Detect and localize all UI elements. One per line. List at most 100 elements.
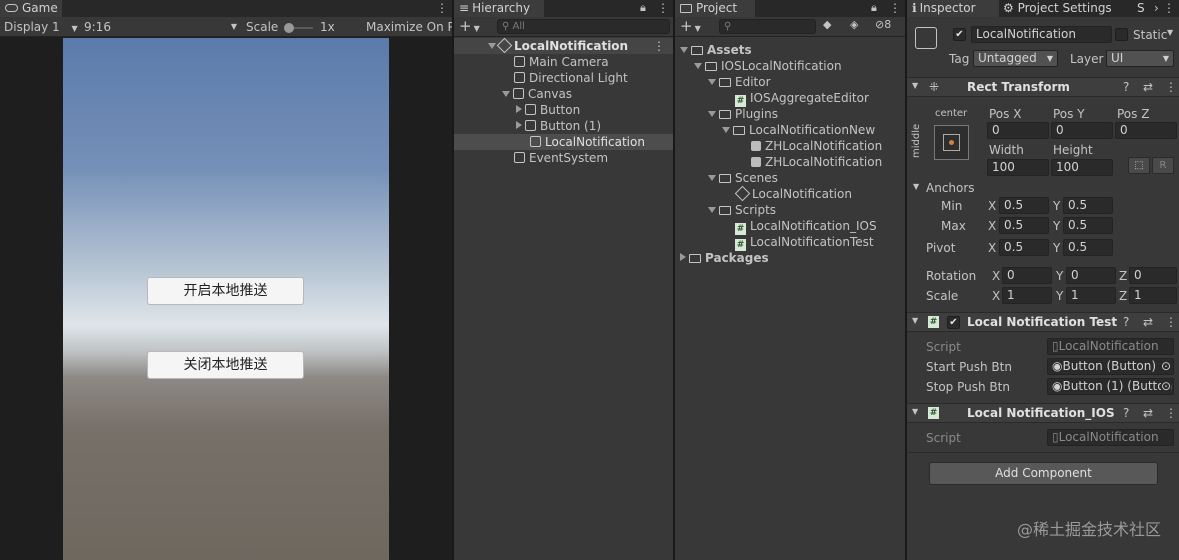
static-dropdown-icon[interactable]: ▼ (1167, 28, 1173, 37)
rot-z-field[interactable]: 0 (1129, 267, 1177, 284)
scale-z-field[interactable]: 1 (1129, 287, 1177, 304)
component-menu-icon[interactable]: ⋮ (1165, 80, 1177, 94)
scene-menu-icon[interactable]: ⋮ (653, 38, 665, 54)
project-item-zhlocalnotification-2[interactable]: ZHLocalNotification (675, 154, 905, 170)
layer-dropdown[interactable]: UI ▼ (1106, 50, 1174, 67)
anchor-preset-button[interactable] (934, 125, 969, 160)
pivot-x-field[interactable]: 0.5 (999, 239, 1049, 256)
project-item-editor[interactable]: Editor (675, 74, 905, 90)
filter-type-icon[interactable]: ◆ (823, 18, 831, 31)
project-search-input[interactable]: ⚲ (719, 19, 816, 34)
expand-arrow-icon[interactable] (516, 121, 522, 129)
component-menu-icon[interactable]: ⋮ (1165, 406, 1177, 420)
scale-x-field[interactable]: 1 (1002, 287, 1052, 304)
tag-dropdown[interactable]: Untagged ▼ (973, 50, 1058, 67)
object-picker-icon[interactable]: ⊙ (1160, 379, 1171, 394)
localnotification-ios-header[interactable]: ▼ # Local Notification_IOS (Sc ? ⇄ ⋮ (907, 403, 1179, 423)
help-icon[interactable]: ? (1123, 315, 1129, 329)
add-object-button[interactable]: + ▼ (459, 17, 480, 38)
tab-project-settings[interactable]: ⚙ Project Settings (1003, 0, 1112, 17)
collapse-arrow-icon[interactable]: ▼ (913, 182, 919, 191)
component-menu-icon[interactable]: ⋮ (1165, 315, 1177, 329)
width-field[interactable]: 100 (987, 159, 1049, 176)
expand-arrow-icon[interactable] (722, 127, 730, 133)
aspect-dropdown[interactable]: 9:16 ▼ (84, 19, 239, 35)
posy-field[interactable]: 0 (1051, 122, 1113, 139)
tab-project[interactable]: Project (675, 0, 755, 17)
active-checkbox[interactable]: ✔ (953, 27, 966, 41)
stop-push-btn-field[interactable]: ◉Button (1) (Button ⊙ (1047, 378, 1174, 395)
start-push-button[interactable]: 开启本地推送 (147, 277, 304, 305)
collapse-arrow-icon[interactable]: ▼ (912, 81, 918, 90)
project-item-plugins[interactable]: Plugins (675, 106, 905, 122)
display-dropdown[interactable]: Display 1 ▼ (4, 19, 78, 37)
expand-arrow-icon[interactable] (680, 253, 686, 261)
hierarchy-menu-icon[interactable]: ⋮ (657, 0, 669, 16)
scale-y-field[interactable]: 1 (1066, 287, 1116, 304)
project-item-scenes[interactable]: Scenes (675, 170, 905, 186)
project-item-localnotification-ios[interactable]: # LocalNotification_IOS (675, 218, 905, 235)
hierarchy-item-button[interactable]: Button (454, 102, 673, 118)
height-field[interactable]: 100 (1051, 159, 1113, 176)
filter-label-icon[interactable]: ◈ (850, 18, 858, 31)
project-item-localnotificationnew[interactable]: LocalNotificationNew (675, 122, 905, 138)
project-item-ioslocalnotification[interactable]: IOSLocalNotification (675, 58, 905, 74)
pivot-y-field[interactable]: 0.5 (1063, 239, 1113, 256)
project-item-scene-localnotification[interactable]: LocalNotification (675, 185, 905, 202)
posz-field[interactable]: 0 (1115, 122, 1177, 139)
stop-push-button[interactable]: 关闭本地推送 (147, 351, 304, 379)
hidden-packages-toggle[interactable]: ⊘8 (875, 18, 891, 31)
blueprint-mode-button[interactable]: ⬚ (1128, 157, 1150, 174)
posx-field[interactable]: 0 (987, 122, 1049, 139)
expand-arrow-icon[interactable] (694, 63, 702, 69)
lock-icon[interactable]: 🔒︎ (871, 0, 877, 16)
hierarchy-scene-row[interactable]: LocalNotification ⋮ (454, 37, 673, 54)
game-menu-icon[interactable]: ⋮ (436, 0, 448, 16)
preset-icon[interactable]: ⇄ (1143, 406, 1153, 420)
inspector-menu-icon[interactable]: ⋮ (1163, 0, 1175, 16)
static-checkbox[interactable] (1115, 27, 1128, 41)
rot-x-field[interactable]: 0 (1002, 267, 1052, 284)
raw-edit-button[interactable]: R (1152, 157, 1174, 174)
project-menu-icon[interactable]: ⋮ (889, 0, 901, 16)
expand-arrow-icon[interactable] (488, 43, 496, 49)
tab-scroll-icon[interactable]: › (1154, 0, 1159, 17)
hierarchy-item-button-1[interactable]: Button (1) (454, 118, 673, 134)
min-x-field[interactable]: 0.5 (999, 197, 1049, 214)
rect-transform-header[interactable]: ▼ ⁜ Rect Transform ? ⇄ ⋮ (907, 77, 1179, 97)
project-item-scripts[interactable]: Scripts (675, 202, 905, 218)
project-item-packages[interactable]: Packages (675, 250, 905, 266)
project-item-iosaggregateeditor[interactable]: # IOSAggregateEditor (675, 90, 905, 107)
expand-arrow-icon[interactable] (708, 111, 716, 117)
hierarchy-item-canvas[interactable]: Canvas (454, 86, 673, 102)
object-name-field[interactable]: LocalNotification (971, 26, 1112, 43)
expand-arrow-icon[interactable] (708, 175, 716, 181)
hierarchy-item-localnotification[interactable]: LocalNotification (454, 134, 673, 150)
min-y-field[interactable]: 0.5 (1063, 197, 1113, 214)
expand-arrow-icon[interactable] (680, 47, 688, 53)
component-enabled-checkbox[interactable]: ✔ (947, 316, 960, 329)
hierarchy-search-input[interactable]: ⚲ All (497, 19, 670, 34)
localnotificationtest-header[interactable]: ▼ # ✔ Local Notification Test (Sc ? ⇄ ⋮ (907, 312, 1179, 332)
create-asset-button[interactable]: + ▼ (680, 17, 701, 38)
help-icon[interactable]: ? (1123, 406, 1129, 420)
lock-icon[interactable]: 🔒︎ (640, 0, 646, 16)
maximize-on-play-toggle[interactable]: Maximize On Pl (366, 19, 452, 35)
expand-arrow-icon[interactable] (708, 79, 716, 85)
project-item-zhlocalnotification[interactable]: ZHLocalNotification (675, 138, 905, 154)
preset-icon[interactable]: ⇄ (1143, 80, 1153, 94)
hierarchy-item-main-camera[interactable]: Main Camera (454, 54, 673, 70)
help-icon[interactable]: ? (1123, 80, 1129, 94)
hierarchy-item-eventsystem[interactable]: EventSystem (454, 150, 673, 166)
add-component-button[interactable]: Add Component (929, 462, 1158, 485)
scale-slider-handle[interactable] (284, 23, 294, 33)
rot-y-field[interactable]: 0 (1066, 267, 1116, 284)
project-item-localnotificationtest[interactable]: # LocalNotificationTest (675, 234, 905, 251)
collapse-arrow-icon[interactable]: ▼ (912, 407, 918, 416)
object-picker-icon[interactable]: ⊙ (1161, 359, 1171, 374)
hierarchy-item-directional-light[interactable]: Directional Light (454, 70, 673, 86)
expand-arrow-icon[interactable] (502, 91, 510, 97)
tab-hierarchy[interactable]: ≡ Hierarchy (454, 0, 544, 17)
tab-inspector[interactable]: ℹ Inspector (907, 0, 999, 17)
tab-overflow[interactable]: S (1137, 0, 1145, 17)
